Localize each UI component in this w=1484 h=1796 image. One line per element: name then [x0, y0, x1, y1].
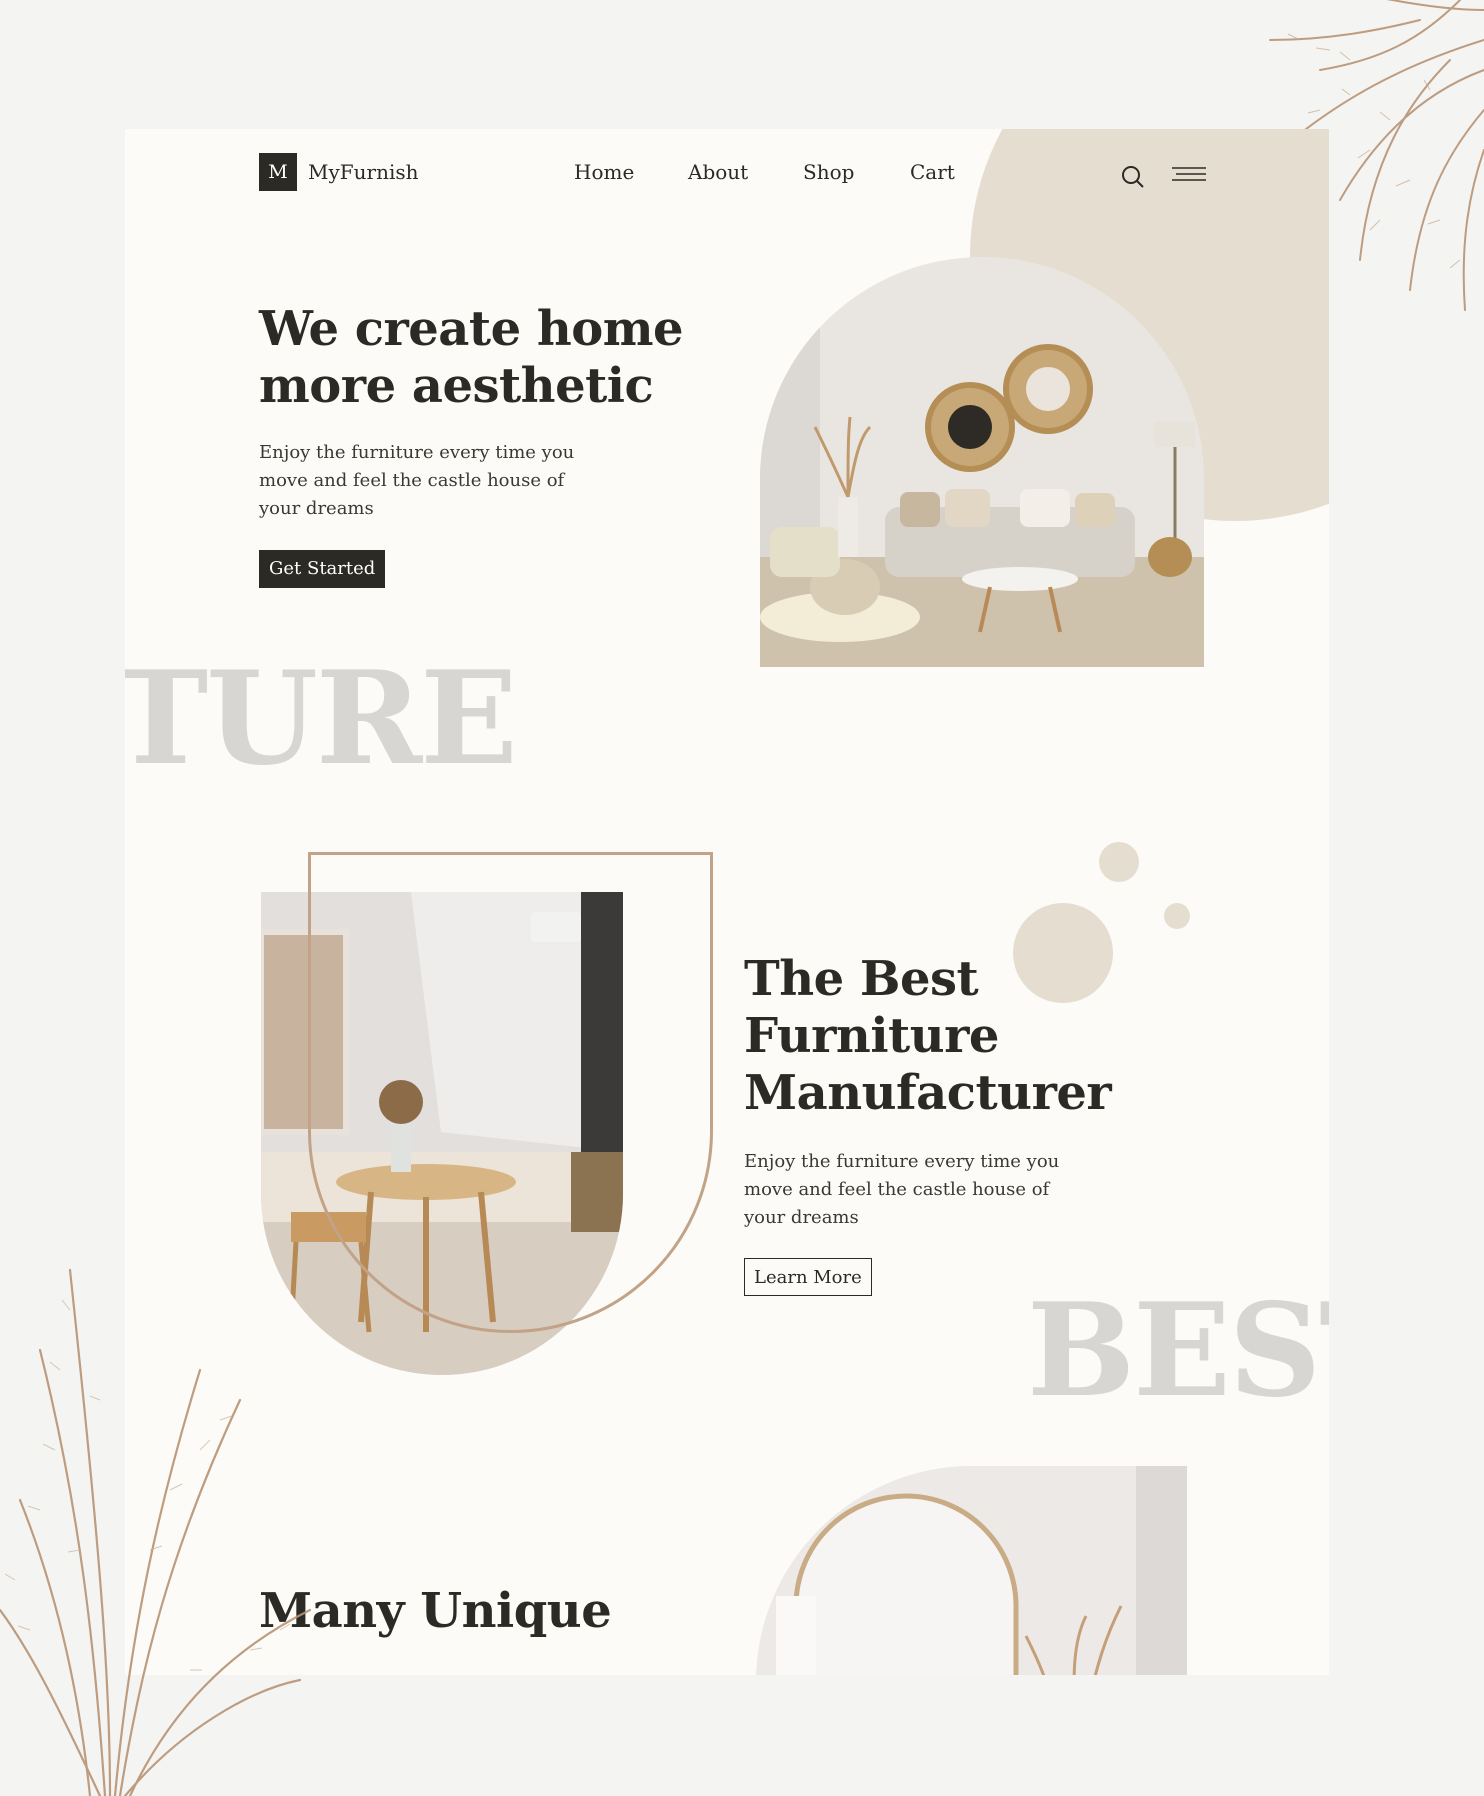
- section-subtitle: Enjoy the furniture every time you move …: [744, 1151, 1060, 1228]
- nav-about-link[interactable]: About: [688, 160, 748, 184]
- search-icon[interactable]: [1120, 164, 1146, 190]
- hamburger-menu-icon[interactable]: [1172, 165, 1206, 185]
- decorative-arch-frame: [308, 852, 713, 1333]
- pampas-grass-decoration: [0, 1268, 312, 1796]
- nav-home-link[interactable]: Home: [574, 160, 634, 184]
- logo-mark[interactable]: M: [259, 153, 297, 191]
- decorative-dot: [1099, 842, 1139, 882]
- background-word-ture: TURE: [125, 644, 518, 794]
- nav-cart-link[interactable]: Cart: [910, 160, 955, 184]
- learn-more-button[interactable]: Learn More: [744, 1258, 872, 1296]
- get-started-button[interactable]: Get Started: [259, 550, 386, 588]
- background-word-best: BEST: [1027, 1276, 1329, 1426]
- hero-subtitle: Enjoy the furniture every time you move …: [259, 442, 575, 519]
- hero-title: We create home more aesthetic: [259, 301, 684, 414]
- nav-shop-link[interactable]: Shop: [803, 160, 854, 184]
- section-title-best-furniture: The Best Furniture Manufacturer: [744, 951, 1112, 1121]
- mirror-room-image: [756, 1466, 1187, 1675]
- decorative-dot: [1164, 903, 1190, 929]
- brand-name[interactable]: MyFurnish: [308, 160, 419, 184]
